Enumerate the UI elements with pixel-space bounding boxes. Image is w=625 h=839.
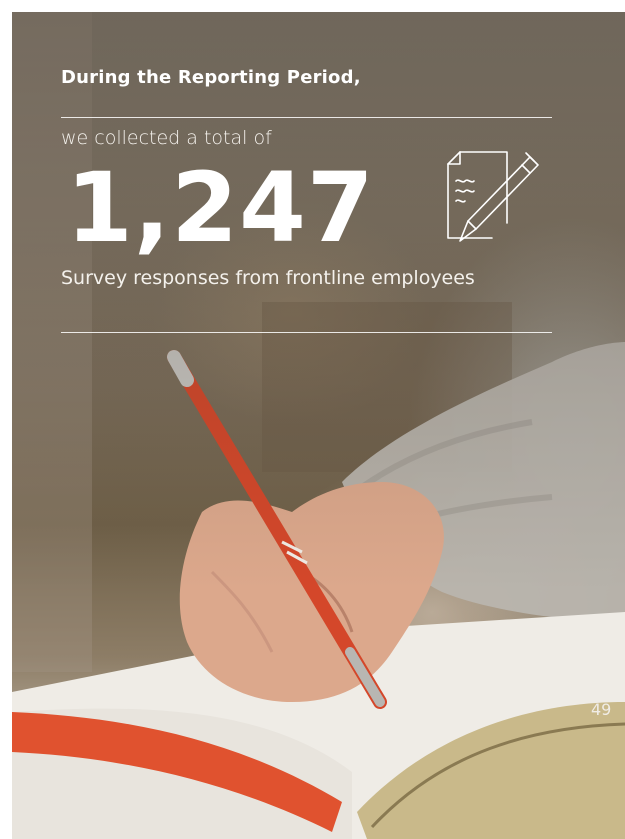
top-divider <box>61 117 552 118</box>
page-number: 49 <box>591 700 612 719</box>
collected-intro-text: we collected a total of <box>61 127 272 149</box>
reporting-period-heading: During the Reporting Period, <box>61 67 361 88</box>
survey-count-value: 1,247 <box>66 152 375 264</box>
survey-count-caption: Survey responses from frontline employee… <box>61 267 475 289</box>
bottom-divider <box>61 332 552 333</box>
survey-document-pen-icon <box>447 151 539 242</box>
